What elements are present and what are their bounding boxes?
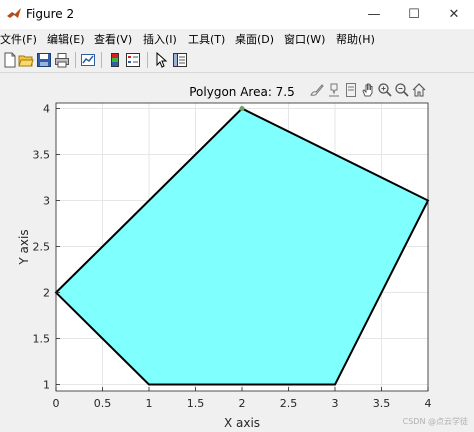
vertex-marker <box>239 106 245 112</box>
axes-toolbar <box>0 82 474 100</box>
y-tick-label: 3 <box>43 195 50 208</box>
x-tick-label: 4 <box>425 397 432 410</box>
x-tick-label: 1 <box>146 397 153 410</box>
y-tick-label: 4 <box>43 103 50 116</box>
y-tick-label: 2 <box>43 287 50 300</box>
y-tick-label: 1.5 <box>33 333 51 346</box>
x-tick-label: 3 <box>332 397 339 410</box>
watermark: CSDN @点云学徒 <box>402 417 468 426</box>
x-tick-label: 1.5 <box>187 397 205 410</box>
y-tick-label: 2.5 <box>33 241 51 254</box>
x-tick-label: 0.5 <box>94 397 112 410</box>
x-tick-label: 2.5 <box>280 397 298 410</box>
pan-icon[interactable] <box>360 82 376 98</box>
x-tick-label: 2 <box>239 397 246 410</box>
y-tick-label: 3.5 <box>33 149 51 162</box>
home-icon[interactable] <box>411 82 427 98</box>
x-tick-label: 3.5 <box>373 397 391 410</box>
y-axis-label: Y axis <box>17 229 31 265</box>
brush-icon[interactable] <box>309 82 325 98</box>
restore-view-icon[interactable] <box>343 82 359 98</box>
data-tips-icon[interactable] <box>326 82 342 98</box>
plot-svg: Polygon Area: 7.5 0 0.5 1 1.5 2 2.5 3 3.5 411.52… <box>17 85 432 430</box>
zoom-out-icon[interactable] <box>394 82 410 98</box>
zoom-in-icon[interactable] <box>377 82 393 98</box>
x-axis-label: X axis <box>224 416 260 430</box>
y-tick-label: 1 <box>43 379 50 392</box>
x-tick-label: 0 <box>53 397 60 410</box>
